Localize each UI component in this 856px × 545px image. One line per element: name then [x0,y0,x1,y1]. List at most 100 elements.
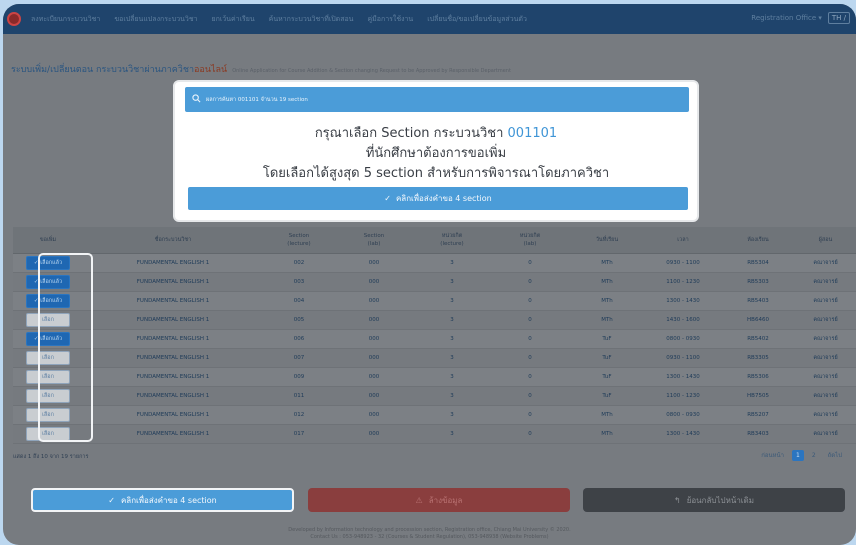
submit-request-button[interactable]: ✓ คลิกเพื่อส่งคำขอ 4 section [31,488,294,512]
credit-lab-cell: 0 [491,386,569,406]
nav-item-register[interactable]: ลงทะเบียนกระบวนวิชา [31,14,100,25]
pick-cell: เลือก [13,348,83,368]
select-section-button[interactable]: เลือก [26,312,70,327]
go-back-button[interactable]: ↰ ย้อนกลับไปหน้าเดิม [583,488,845,512]
time-cell: 1300 - 1430 [645,367,721,387]
warning-icon: ⚠ [415,495,423,505]
time-cell: 1300 - 1430 [645,424,721,444]
section-lab-cell: 000 [335,405,413,425]
select-section-button[interactable]: เลือก [26,388,70,403]
nav-item-fee-waiver[interactable]: ยกเว้นค่าเรียน [212,14,255,25]
section-lab-cell: 000 [335,253,413,273]
section-lecture-cell: 012 [263,405,335,425]
course-name-cell: FUNDAMENTAL ENGLISH 1 [83,329,263,349]
instructor-cell: คณาจารย์ [795,310,856,330]
time-cell: 1300 - 1430 [645,291,721,311]
column-header[interactable]: Section (lecture) [263,227,335,254]
column-header[interactable]: วันที่เรียน [569,227,645,254]
days-cell: TuF [569,329,645,349]
pagination: ก่อนหน้า 1 2 ถัดไป [757,448,846,462]
column-header[interactable]: เวลา [645,227,721,254]
credit-lecture-cell: 3 [413,253,491,273]
university-logo-icon[interactable] [7,12,21,26]
go-back-label: ย้อนกลับไปหน้าเดิม [686,495,755,505]
nav-item-manual[interactable]: คู่มือการใช้งาน [367,14,413,25]
nav-item-change[interactable]: ขอเปลี่ยนแปลงกระบวนวิชา [114,14,197,25]
nav-right: Registration Office ▾ TH / [751,12,850,24]
office-dropdown[interactable]: Registration Office ▾ [751,14,822,22]
days-cell: TuF [569,348,645,368]
section-lab-cell: 000 [335,424,413,444]
clear-data-button[interactable]: ⚠ ล้างข้อมูล [308,488,570,512]
instructor-cell: คณาจารย์ [795,367,856,387]
selected-section-button[interactable]: ✓ เลือกแล้ว [26,331,70,346]
pagination-page-1[interactable]: 1 [791,449,804,461]
instructor-cell: คณาจารย์ [795,424,856,444]
nav-item-profile[interactable]: เปลี่ยนชื่อ/ขอเปลี่ยนข้อมูลส่วนตัว [427,14,527,25]
pick-cell: ✓ เลือกแล้ว [13,329,83,349]
pick-cell: ✓ เลือกแล้ว [13,291,83,311]
pagination-page-2[interactable]: 2 [808,450,820,461]
credit-lab-cell: 0 [491,272,569,292]
select-section-button[interactable]: เลือก [26,407,70,422]
table-row: ✓ เลือกแล้ว FUNDAMENTAL ENGLISH 1 006 000 3 0… [13,329,856,349]
column-header[interactable]: ขอเพิ่ม [13,227,83,254]
room-cell: HB6460 [721,310,795,330]
column-header[interactable]: Section (lab) [335,227,413,254]
column-header[interactable]: ผู้สอน [795,227,856,254]
days-cell: TuF [569,367,645,387]
check-icon: ✓ [108,495,115,505]
pagination-prev[interactable]: ก่อนหน้า [757,448,788,462]
course-name-cell: FUNDAMENTAL ENGLISH 1 [83,291,263,311]
credit-lecture-cell: 3 [413,367,491,387]
credit-lab-cell: 0 [491,424,569,444]
return-arrow-icon: ↰ [673,495,681,505]
section-select-modal: ผลการค้นหา 001101 จำนวน 19 section กรุณา… [173,80,699,222]
table-row: ✓ เลือกแล้ว FUNDAMENTAL ENGLISH 1 004 000 3 0… [13,291,856,311]
section-lecture-cell: 017 [263,424,335,444]
section-lecture-cell: 006 [263,329,335,349]
modal-search-bar: ผลการค้นหา 001101 จำนวน 19 section [185,87,689,112]
selected-section-button[interactable]: ✓ เลือกแล้ว [26,255,70,270]
days-cell: TuF [569,386,645,406]
nav-menu: ลงทะเบียนกระบวนวิชา ขอเปลี่ยนแปลงกระบวนว… [31,14,527,25]
pick-cell: เลือก [13,405,83,425]
modal-course-code: 001101 [507,126,558,141]
credit-lab-cell: 0 [491,291,569,311]
course-name-cell: FUNDAMENTAL ENGLISH 1 [83,348,263,368]
pick-cell: ✓ เลือกแล้ว [13,253,83,273]
section-lecture-cell: 003 [263,272,335,292]
search-icon [192,94,201,105]
credit-lecture-cell: 3 [413,291,491,311]
table-row: เลือก FUNDAMENTAL ENGLISH 1 005 000 3 0 MTh 143… [13,310,856,330]
column-header[interactable]: ห้องเรียน [721,227,795,254]
credit-lecture-cell: 3 [413,405,491,425]
days-cell: MTh [569,253,645,273]
room-cell: RB5403 [721,291,795,311]
search-result-label: ผลการค้นหา 001101 จำนวน 19 section [206,96,308,103]
column-header[interactable]: หน่วยกิต (lab) [491,227,569,254]
column-header[interactable]: หน่วยกิต (lecture) [413,227,491,254]
section-lab-cell: 000 [335,386,413,406]
section-lab-cell: 000 [335,367,413,387]
modal-instruction-1: กรุณาเลือก Section กระบวนวิชา 001101 [314,126,558,141]
course-name-cell: FUNDAMENTAL ENGLISH 1 [83,253,263,273]
time-cell: 1430 - 1600 [645,310,721,330]
credit-line-2: Contact Us : 053-948923 - 32 (Courses & … [310,534,549,540]
pagination-next[interactable]: ถัดไป [824,448,846,462]
nav-item-course-search[interactable]: ค้นหากระบวนวิชาที่เปิดสอน [269,14,354,25]
selected-section-button[interactable]: ✓ เลือกแล้ว [26,293,70,308]
credit-lab-cell: 0 [491,405,569,425]
select-section-button[interactable]: เลือก [26,350,70,365]
credit-lab-cell: 0 [491,348,569,368]
selected-section-button[interactable]: ✓ เลือกแล้ว [26,274,70,289]
room-cell: RB3403 [721,424,795,444]
modal-submit-button[interactable]: ✓ คลิกเพื่อส่งคำขอ 4 section [188,187,688,210]
table-header-row: ขอเพิ่ม ชื่อกระบวนวิชา Section (lecture) Sec… [13,227,856,254]
select-section-button[interactable]: เลือก [26,426,70,441]
select-section-button[interactable]: เลือก [26,369,70,384]
language-switch[interactable]: TH / [827,12,850,24]
column-header[interactable]: ชื่อกระบวนวิชา [83,227,263,254]
section-lecture-cell: 004 [263,291,335,311]
room-cell: RB5402 [721,329,795,349]
